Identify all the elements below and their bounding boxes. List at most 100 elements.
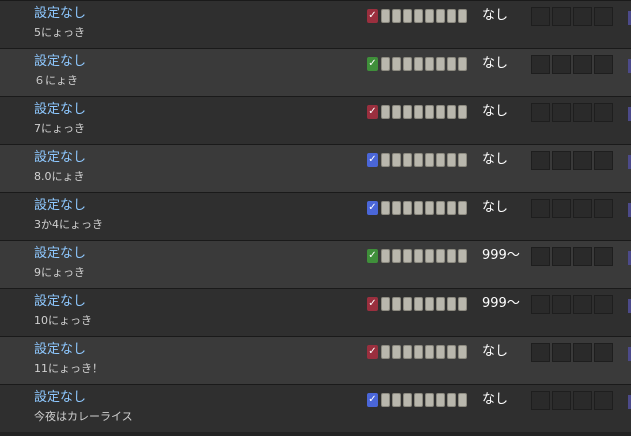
list-item[interactable]: 設定なし ６にょき ✓ なし [0,48,631,96]
empty-slot[interactable] [531,7,550,26]
item-title[interactable]: 設定なし [34,149,86,167]
toggle-box[interactable] [436,345,445,359]
toggle-box[interactable] [392,9,401,23]
toggle-box[interactable] [458,393,467,407]
empty-slot[interactable] [552,199,571,218]
toggle-box[interactable] [447,105,456,119]
empty-slot[interactable] [531,295,550,314]
toggle-box[interactable] [403,9,412,23]
toggle-box[interactable] [425,153,434,167]
list-item[interactable]: 設定なし 11にょっき！ ✓ なし [0,336,631,384]
toggle-box[interactable] [458,57,467,71]
toggle-box[interactable] [414,345,423,359]
empty-slot[interactable] [573,7,592,26]
toggle-box[interactable] [414,249,423,263]
item-title[interactable]: 設定なし [34,5,86,23]
toggle-box[interactable] [425,393,434,407]
empty-slot[interactable] [573,103,592,122]
toggle-box[interactable] [403,297,412,311]
toggle-box[interactable] [436,105,445,119]
list-item[interactable]: 設定なし 5にょっき ✓ なし [0,0,631,48]
toggle-box[interactable] [381,105,390,119]
toggle-box[interactable] [458,345,467,359]
toggle-box[interactable] [447,201,456,215]
item-title[interactable]: 設定なし [34,245,86,263]
empty-slot[interactable] [552,391,571,410]
toggle-box[interactable] [436,201,445,215]
empty-slot[interactable] [552,343,571,362]
toggle-box[interactable] [381,297,390,311]
list-item[interactable]: 設定なし 8.0にょき ✓ なし [0,144,631,192]
toggle-box[interactable] [403,57,412,71]
toggle-box[interactable] [392,393,401,407]
check-icon[interactable]: ✓ [367,153,378,167]
empty-slot[interactable] [531,391,550,410]
item-title[interactable]: 設定なし [34,341,86,359]
empty-slot[interactable] [573,247,592,266]
empty-slot[interactable] [594,151,613,170]
toggle-box[interactable] [458,153,467,167]
toggle-box[interactable] [458,105,467,119]
toggle-box[interactable] [414,57,423,71]
toggle-box[interactable] [425,57,434,71]
toggle-box[interactable] [403,153,412,167]
toggle-box[interactable] [414,105,423,119]
toggle-box[interactable] [392,57,401,71]
empty-slot[interactable] [594,295,613,314]
toggle-box[interactable] [425,9,434,23]
empty-slot[interactable] [552,103,571,122]
empty-slot[interactable] [573,55,592,74]
list-item[interactable]: 設定なし 今夜はカレーライス ✓ なし [0,384,631,432]
toggle-box[interactable] [436,57,445,71]
toggle-box[interactable] [392,345,401,359]
toggle-box[interactable] [381,249,390,263]
check-icon[interactable]: ✓ [367,201,378,215]
item-title[interactable]: 設定なし [34,101,86,119]
toggle-box[interactable] [447,393,456,407]
toggle-box[interactable] [414,153,423,167]
toggle-box[interactable] [458,9,467,23]
toggle-box[interactable] [447,249,456,263]
toggle-box[interactable] [447,345,456,359]
toggle-box[interactable] [403,201,412,215]
toggle-box[interactable] [425,201,434,215]
empty-slot[interactable] [573,391,592,410]
toggle-box[interactable] [403,393,412,407]
toggle-box[interactable] [414,201,423,215]
check-icon[interactable]: ✓ [367,393,378,407]
toggle-box[interactable] [447,153,456,167]
toggle-box[interactable] [414,393,423,407]
toggle-box[interactable] [381,153,390,167]
toggle-box[interactable] [447,57,456,71]
list-item[interactable]: 設定なし 7にょっき ✓ なし [0,96,631,144]
empty-slot[interactable] [573,151,592,170]
check-icon[interactable]: ✓ [367,9,378,23]
empty-slot[interactable] [573,295,592,314]
empty-slot[interactable] [594,199,613,218]
toggle-box[interactable] [381,393,390,407]
empty-slot[interactable] [552,7,571,26]
empty-slot[interactable] [531,55,550,74]
list-item[interactable]: 設定なし 9にょっき ✓ 999～ [0,240,631,288]
toggle-box[interactable] [436,393,445,407]
toggle-box[interactable] [392,153,401,167]
toggle-box[interactable] [425,297,434,311]
empty-slot[interactable] [594,247,613,266]
toggle-box[interactable] [392,201,401,215]
empty-slot[interactable] [573,343,592,362]
toggle-box[interactable] [458,249,467,263]
check-icon[interactable]: ✓ [367,105,378,119]
check-icon[interactable]: ✓ [367,345,378,359]
empty-slot[interactable] [573,199,592,218]
toggle-box[interactable] [436,153,445,167]
toggle-box[interactable] [381,9,390,23]
item-title[interactable]: 設定なし [34,389,86,407]
list-item[interactable]: 設定なし 10にょっき ✓ 999～ [0,288,631,336]
item-title[interactable]: 設定なし [34,197,86,215]
toggle-box[interactable] [414,297,423,311]
toggle-box[interactable] [414,9,423,23]
toggle-box[interactable] [425,249,434,263]
toggle-box[interactable] [392,297,401,311]
toggle-box[interactable] [425,345,434,359]
empty-slot[interactable] [531,103,550,122]
